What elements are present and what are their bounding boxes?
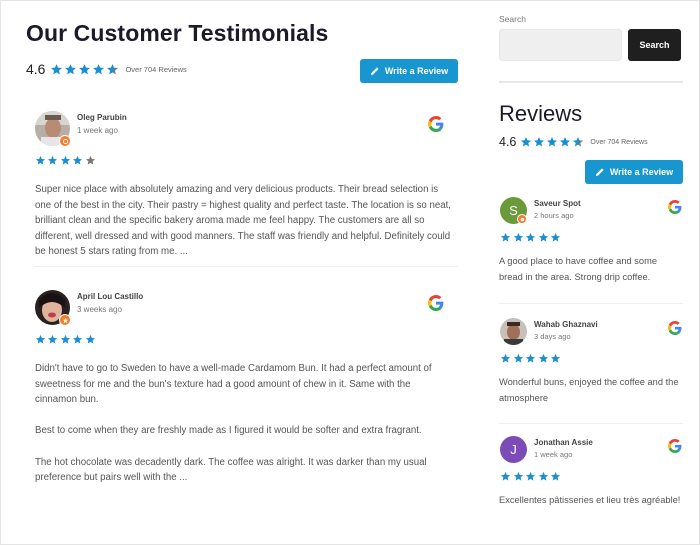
star-filled-icon	[500, 232, 511, 243]
review-text: Didn't have to go to Sweden to have a we…	[35, 361, 455, 486]
sidebar-review-card: J Jonathan Assie 1 week ago Excellentes …	[499, 436, 683, 536]
review-paragraph: Super nice place with absolutely amazing…	[35, 184, 451, 258]
star-filled-icon	[513, 232, 524, 243]
star-half-icon	[106, 63, 119, 76]
search-button[interactable]: Search	[628, 29, 681, 61]
star-filled-icon	[50, 63, 63, 76]
review-stars	[500, 353, 563, 364]
avatar-letter: S	[509, 203, 518, 218]
star-filled-icon	[500, 353, 511, 364]
review-divider	[499, 423, 683, 424]
star-filled-icon	[72, 334, 83, 345]
reviewer-name[interactable]: Wahab Ghaznavi	[534, 320, 598, 329]
avatar: J	[500, 436, 527, 463]
search-input[interactable]	[499, 29, 622, 61]
reviewer-name[interactable]: April Lou Castillo	[77, 292, 143, 301]
review-time: 1 week ago	[534, 450, 573, 459]
sidebar-write-review-button[interactable]: Write a Review	[585, 160, 683, 184]
star-filled-icon	[64, 63, 77, 76]
review-text: A good place to have coffee and some bre…	[499, 256, 657, 282]
google-icon	[428, 295, 444, 311]
star-filled-icon	[85, 334, 96, 345]
review-paragraph: Didn't have to go to Sweden to have a we…	[35, 363, 432, 406]
local-guide-badge-icon	[517, 214, 527, 224]
write-review-label: Write a Review	[609, 167, 674, 177]
review-paragraph: Best to come when they are freshly made …	[35, 425, 422, 437]
write-review-label: Write a Review	[384, 66, 449, 76]
star-filled-icon	[550, 471, 561, 482]
review-card: Oleg Parubin 1 week ago Super nice place…	[34, 111, 458, 261]
rating-score: 4.6	[499, 135, 517, 149]
star-filled-icon	[60, 334, 71, 345]
reviewer-name[interactable]: Saveur Spot	[534, 199, 581, 208]
review-count: Over 704 Reviews	[125, 64, 187, 74]
google-icon	[428, 116, 444, 132]
star-filled-icon	[513, 471, 524, 482]
sidebar-divider	[499, 81, 683, 83]
reviewer-name[interactable]: Jonathan Assie	[534, 438, 593, 447]
review-stars	[35, 334, 97, 345]
sidebar-review-card: S Saveur Spot 2 hours ago A good place t…	[499, 197, 683, 292]
sidebar-rating-summary: 4.6 Over 704 Reviews	[499, 135, 648, 149]
review-stars	[500, 232, 563, 243]
star-filled-icon	[47, 155, 58, 166]
review-time: 1 week ago	[77, 126, 118, 135]
star-empty-icon	[85, 155, 96, 166]
sidebar-title: Reviews	[499, 101, 583, 126]
star-filled-icon	[533, 136, 545, 148]
review-paragraph: The hot chocolate was decadently dark. T…	[35, 456, 427, 484]
star-filled-icon	[92, 63, 105, 76]
review-text: Super nice place with absolutely amazing…	[35, 182, 455, 260]
review-divider	[34, 266, 458, 267]
page-title: Our Customer Testimonials	[26, 20, 329, 46]
star-filled-icon	[546, 136, 558, 148]
review-stars	[35, 155, 97, 166]
star-filled-icon	[60, 155, 71, 166]
star-filled-icon	[500, 471, 511, 482]
star-filled-icon	[550, 232, 561, 243]
star-filled-icon	[520, 136, 532, 148]
search-label: Search	[499, 14, 526, 24]
star-filled-icon	[525, 353, 536, 364]
local-guide-badge-icon	[59, 135, 71, 147]
google-icon	[668, 321, 682, 335]
review-text: Wonderful buns, enjoyed the coffee and t…	[499, 377, 679, 403]
avatar	[500, 318, 527, 345]
star-filled-icon	[559, 136, 571, 148]
review-time: 2 hours ago	[534, 211, 574, 220]
star-filled-icon	[538, 353, 549, 364]
star-filled-icon	[47, 334, 58, 345]
review-stars	[500, 471, 563, 482]
star-filled-icon	[538, 232, 549, 243]
star-filled-icon	[538, 471, 549, 482]
star-half-icon	[572, 136, 584, 148]
review-card: April Lou Castillo 3 weeks ago Didn't ha…	[34, 290, 458, 490]
write-review-button[interactable]: Write a Review	[360, 59, 458, 83]
local-guide-badge-icon	[59, 314, 71, 326]
review-divider	[499, 303, 683, 304]
review-time: 3 weeks ago	[77, 305, 122, 314]
star-filled-icon	[550, 353, 561, 364]
review-time: 3 days ago	[534, 332, 571, 341]
review-text: Excellentes pâtisseries et lieu très agr…	[499, 495, 681, 505]
pencil-icon	[370, 67, 379, 75]
star-filled-icon	[35, 155, 46, 166]
star-filled-icon	[78, 63, 91, 76]
rating-stars	[50, 63, 120, 76]
star-filled-icon	[35, 334, 46, 345]
avatar-letter: J	[510, 442, 517, 457]
star-filled-icon	[513, 353, 524, 364]
review-count: Over 704 Reviews	[590, 138, 648, 146]
pencil-icon	[595, 168, 604, 176]
rating-stars	[520, 136, 585, 148]
star-filled-icon	[525, 471, 536, 482]
reviewer-name[interactable]: Oleg Parubin	[77, 113, 127, 122]
google-icon	[668, 200, 682, 214]
rating-score: 4.6	[26, 61, 46, 77]
sidebar-review-card: Wahab Ghaznavi 3 days ago Wonderful buns…	[499, 318, 683, 413]
star-filled-icon	[72, 155, 83, 166]
star-filled-icon	[525, 232, 536, 243]
rating-summary: 4.6 Over 704 Reviews	[26, 61, 187, 77]
google-icon	[668, 439, 682, 453]
